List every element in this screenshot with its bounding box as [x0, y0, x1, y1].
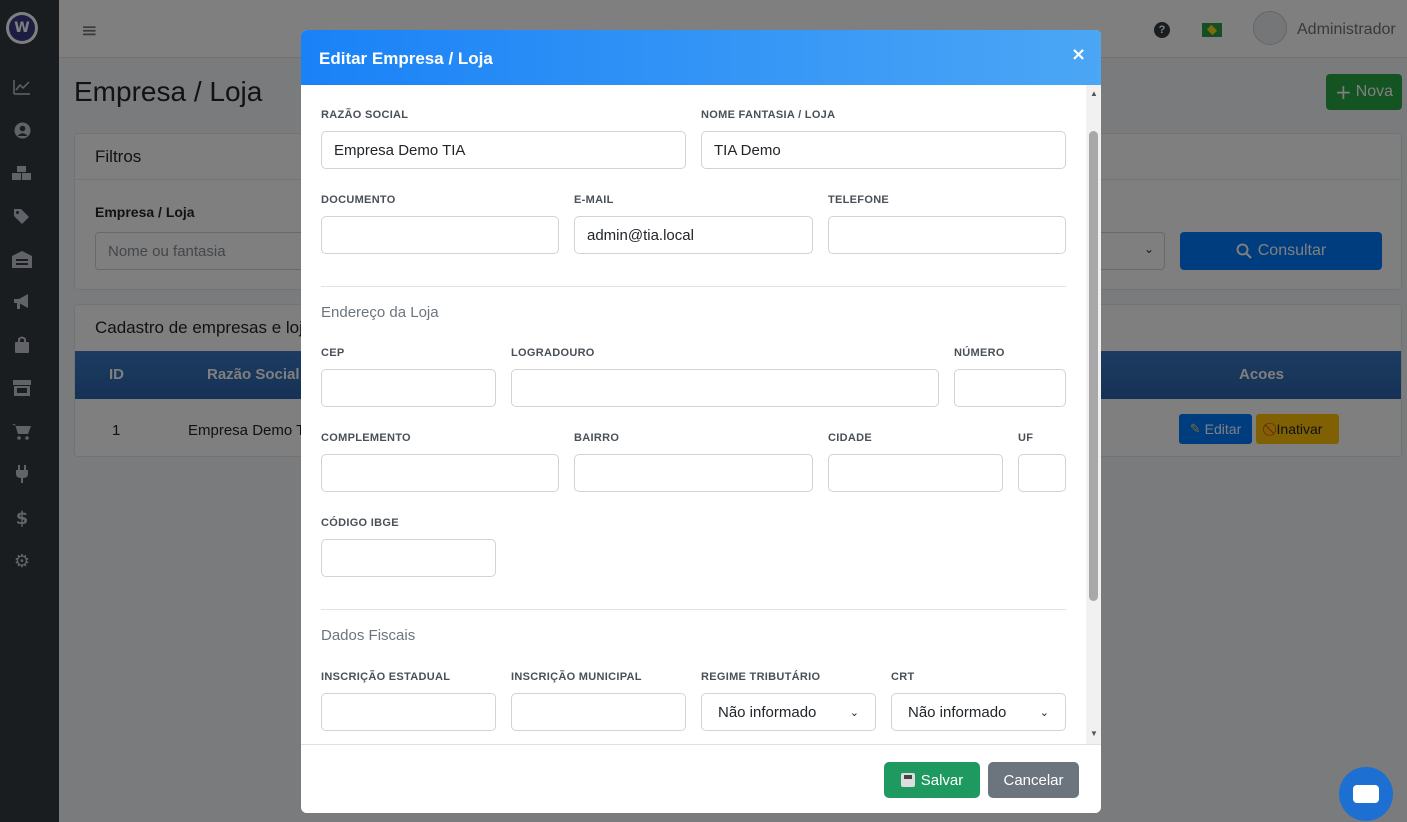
inscricao-estadual-field[interactable] — [321, 693, 496, 731]
crt-select[interactable]: Não informado ⌄ — [891, 693, 1066, 731]
razao-social-label: RAZÃO SOCIAL — [321, 109, 409, 121]
chevron-down-icon: ⌄ — [1039, 705, 1049, 719]
inscricao-municipal-label: INSCRIÇÃO MUNICIPAL — [511, 671, 642, 683]
edit-company-modal: Editar Empresa / Loja × RAZÃO SOCIAL Emp… — [301, 30, 1101, 813]
regime-tributario-label: REGIME TRIBUTÁRIO — [701, 671, 821, 683]
scroll-down-icon[interactable]: ▼ — [1090, 729, 1098, 738]
nome-fantasia-field[interactable]: TIA Demo — [701, 131, 1066, 169]
modal-footer: Salvar Cancelar — [301, 744, 1101, 813]
modal-body: RAZÃO SOCIAL Empresa Demo TIA NOME FANTA… — [301, 85, 1101, 745]
email-label: E-MAIL — [574, 194, 614, 206]
cep-field[interactable] — [321, 369, 496, 407]
complemento-label: COMPLEMENTO — [321, 432, 411, 444]
telefone-label: TELEFONE — [828, 194, 890, 206]
telefone-field[interactable] — [828, 216, 1066, 254]
regime-tributario-select[interactable]: Não informado ⌄ — [701, 693, 876, 731]
close-icon[interactable]: × — [1071, 44, 1086, 65]
crt-value: Não informado — [908, 703, 1007, 721]
cidade-label: CIDADE — [828, 432, 872, 444]
section-title-endereco: Endereço da Loja — [321, 304, 439, 321]
uf-label: UF — [1018, 432, 1034, 444]
codigo-ibge-field[interactable] — [321, 539, 496, 577]
cancel-button[interactable]: Cancelar — [988, 762, 1079, 798]
modal-title: Editar Empresa / Loja — [319, 49, 493, 68]
cep-label: CEP — [321, 347, 345, 359]
section-title-fiscais: Dados Fiscais — [321, 627, 416, 644]
documento-field[interactable] — [321, 216, 559, 254]
chevron-down-icon: ⌄ — [849, 705, 859, 719]
regime-tributario-value: Não informado — [718, 703, 817, 721]
scroll-up-icon[interactable]: ▲ — [1090, 89, 1098, 98]
documento-label: DOCUMENTO — [321, 194, 396, 206]
bairro-label: BAIRRO — [574, 432, 620, 444]
cidade-field[interactable] — [828, 454, 1003, 492]
uf-field[interactable] — [1018, 454, 1066, 492]
bairro-field[interactable] — [574, 454, 813, 492]
inscricao-estadual-label: INSCRIÇÃO ESTADUAL — [321, 671, 451, 683]
section-divider — [321, 609, 1066, 610]
logradouro-label: LOGRADOURO — [511, 347, 595, 359]
crt-label: CRT — [891, 671, 915, 683]
nome-fantasia-label: NOME FANTASIA / LOJA — [701, 109, 836, 121]
numero-field[interactable] — [954, 369, 1066, 407]
razao-social-field[interactable]: Empresa Demo TIA — [321, 131, 686, 169]
inscricao-municipal-field[interactable] — [511, 693, 686, 731]
scrollbar-thumb[interactable] — [1089, 131, 1098, 601]
complemento-field[interactable] — [321, 454, 559, 492]
save-button[interactable]: Salvar — [884, 762, 980, 798]
email-field[interactable]: admin@tia.local — [574, 216, 813, 254]
codigo-ibge-label: CÓDIGO IBGE — [321, 517, 399, 529]
section-divider — [321, 286, 1066, 287]
chat-icon[interactable] — [1339, 767, 1393, 821]
save-icon — [900, 773, 915, 787]
modal-scrollbar[interactable]: ▲ ▼ — [1086, 85, 1101, 745]
numero-label: NÚMERO — [954, 347, 1005, 359]
modal-header: Editar Empresa / Loja × — [301, 30, 1101, 85]
logradouro-field[interactable] — [511, 369, 939, 407]
save-button-label: Salvar — [920, 771, 964, 789]
